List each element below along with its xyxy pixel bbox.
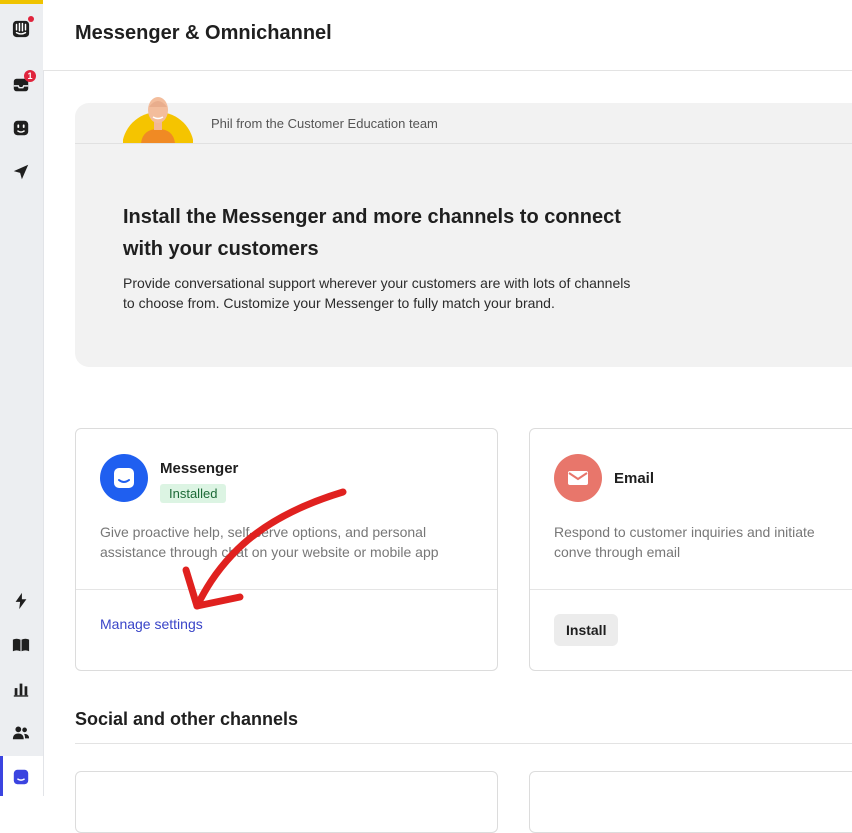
messenger-card: Messenger Installed Give proactive help,… — [75, 428, 498, 671]
messenger-icon — [100, 454, 148, 502]
email-card: Email Respond to customer inquiries and … — [529, 428, 852, 671]
knowledge-book-icon[interactable] — [6, 630, 36, 660]
avatar — [123, 93, 193, 143]
messenger-icon[interactable] — [6, 762, 36, 792]
install-email-button[interactable]: Install — [554, 614, 619, 646]
messenger-card-description: Give proactive help, self-serve options,… — [100, 524, 439, 560]
card-divider — [530, 589, 852, 590]
social-channels-heading: Social and other channels — [75, 709, 299, 729]
email-envelope-icon — [554, 454, 602, 502]
channel-card — [75, 771, 498, 833]
section-divider — [75, 743, 852, 744]
notification-dot — [28, 16, 34, 22]
hero-divider — [75, 143, 852, 144]
card-divider — [76, 589, 497, 590]
reports-chart-icon[interactable] — [6, 674, 36, 704]
page-title: Messenger & Omnichannel — [75, 22, 332, 44]
inbox-icon[interactable]: 1 — [6, 70, 36, 100]
fin-bot-icon[interactable] — [6, 113, 36, 143]
inbox-badge: 1 — [24, 70, 36, 82]
channel-card — [529, 771, 852, 833]
rail-top-accent — [0, 0, 43, 4]
status-badge: Installed — [160, 484, 227, 503]
rail-active-indicator — [0, 756, 3, 796]
email-card-description: Respond to customer inquiries and initia… — [554, 524, 815, 560]
hero-caption: Phil from the Customer Education team — [211, 116, 438, 131]
left-nav-rail: 1 — [0, 0, 44, 796]
automation-bolt-icon[interactable] — [6, 586, 36, 616]
manage-settings-link[interactable]: Manage settings — [100, 616, 203, 632]
hero-banner: Phil from the Customer Education team In… — [75, 97, 852, 367]
outbound-send-icon[interactable] — [6, 157, 36, 187]
hero-title: Install the Messenger and more channels … — [123, 206, 621, 260]
email-card-title: Email — [614, 470, 655, 487]
page-header: Messenger & Omnichannel — [43, 0, 852, 71]
hero-description: Provide conversational support wherever … — [123, 275, 631, 311]
contacts-people-icon[interactable] — [6, 718, 36, 748]
messenger-card-title: Messenger — [160, 460, 239, 477]
intercom-logo-icon[interactable] — [6, 14, 36, 44]
